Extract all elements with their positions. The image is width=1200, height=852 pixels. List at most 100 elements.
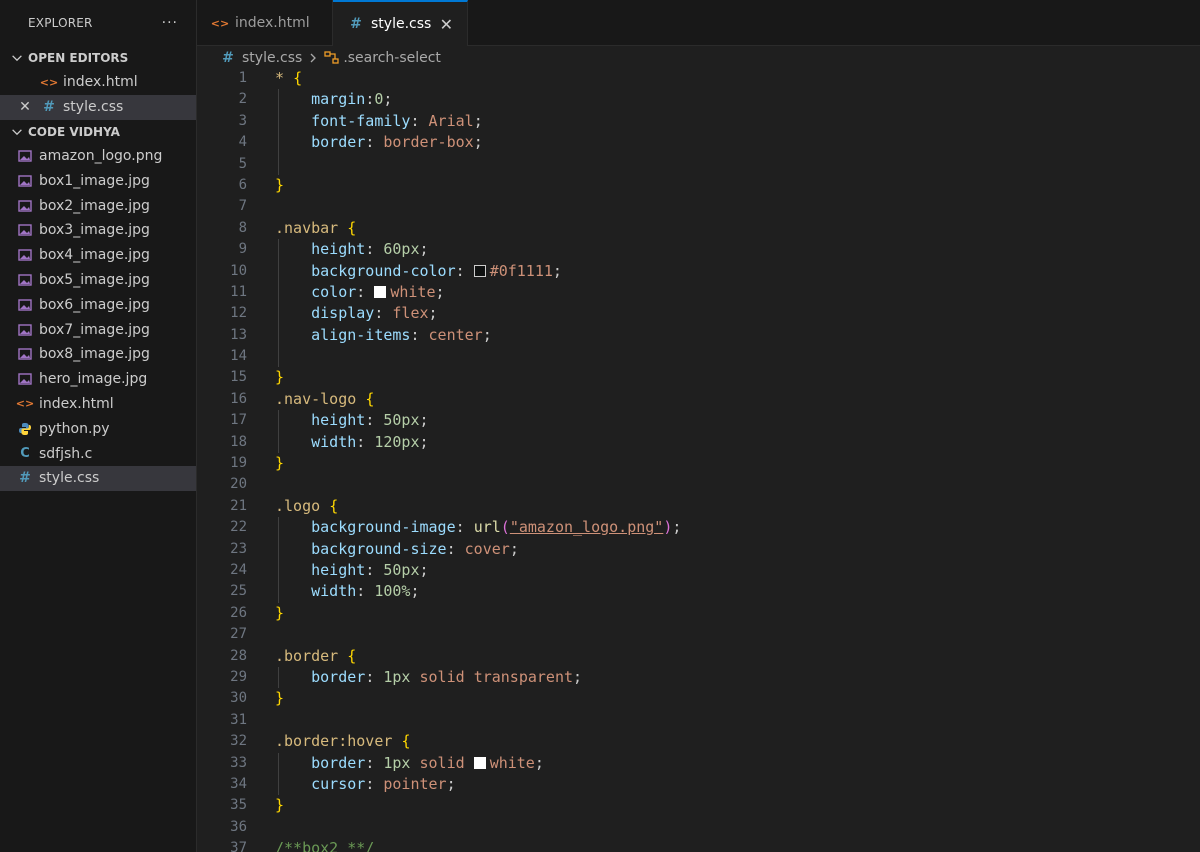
- file-item[interactable]: <> index.html: [0, 392, 196, 417]
- line-number: 30: [230, 690, 247, 707]
- code-text: background-size: cover;: [311, 539, 519, 558]
- line-number: 4: [238, 134, 247, 151]
- image-file-icon: [18, 175, 32, 187]
- file-item[interactable]: box8_image.jpg: [0, 342, 196, 367]
- line-number: 31: [230, 711, 247, 728]
- line-number: 24: [230, 561, 247, 578]
- code-line: 15}: [197, 367, 1200, 388]
- code-line: 27: [197, 624, 1200, 645]
- breadcrumb-symbol[interactable]: .search-select: [343, 50, 441, 66]
- close-icon[interactable]: ✕: [18, 99, 32, 115]
- line-number: 20: [230, 476, 247, 493]
- line-number: 28: [230, 647, 247, 664]
- tab-label: index.html: [235, 15, 310, 31]
- code-line: 13 align-items: center;: [197, 324, 1200, 347]
- code-text: color: white;: [311, 282, 445, 301]
- breadcrumb: # style.css .search-select: [197, 46, 1200, 70]
- file-item[interactable]: hero_image.jpg: [0, 367, 196, 392]
- line-number: 12: [230, 305, 247, 322]
- open-editor-item-style-css[interactable]: ✕ # style.css: [0, 94, 196, 120]
- line-number: 22: [230, 519, 247, 536]
- explorer-header: EXPLORER ···: [0, 0, 196, 46]
- line-number: 36: [230, 818, 247, 835]
- code-line: 37 /**box2 **/: [197, 838, 1200, 852]
- code-line: 29 border: 1px solid transparent;: [197, 666, 1200, 689]
- open-editors-section[interactable]: OPEN EDITORS: [0, 46, 196, 70]
- code-line: 10 background-color: #0f1111;: [197, 260, 1200, 282]
- file-item[interactable]: box2_image.jpg: [0, 193, 196, 218]
- code-text: /**box2 **/: [275, 839, 375, 852]
- code-line: 26}: [197, 603, 1200, 624]
- explorer-title: EXPLORER: [28, 16, 93, 30]
- html-file-icon: <>: [15, 397, 35, 411]
- file-item[interactable]: box6_image.jpg: [0, 292, 196, 317]
- file-item[interactable]: box7_image.jpg: [0, 317, 196, 342]
- code-line: 9 height: 60px;: [197, 239, 1200, 261]
- code-text: background-color: #0f1111;: [311, 261, 562, 280]
- code-line: 8 .navbar {: [197, 218, 1200, 239]
- code-line: 19}: [197, 453, 1200, 474]
- code-text: border: 1px solid white;: [311, 753, 544, 772]
- line-number: 6: [238, 176, 247, 193]
- code-line: 21 .logo {: [197, 496, 1200, 517]
- color-swatch[interactable]: [473, 756, 486, 769]
- file-label: box7_image.jpg: [39, 321, 150, 338]
- code-text: .navbar {: [275, 218, 357, 237]
- code-text: }: [275, 603, 285, 622]
- code-line: 14: [197, 346, 1200, 368]
- code-text: width: 100%;: [311, 582, 420, 601]
- project-folder-section[interactable]: CODE VIDHYA: [0, 120, 196, 144]
- file-item[interactable]: amazon_logo.png: [0, 144, 196, 169]
- tab-index-html[interactable]: <> index.html: [197, 0, 333, 46]
- close-icon[interactable]: ✕: [440, 15, 453, 34]
- file-item[interactable]: box5_image.jpg: [0, 268, 196, 293]
- tab-style-css[interactable]: # style.css ✕: [333, 0, 468, 46]
- file-item[interactable]: C sdfjsh.c: [0, 441, 196, 466]
- image-file-icon: [18, 150, 32, 162]
- line-number: 2: [238, 91, 247, 108]
- code-text: cursor: pointer;: [311, 774, 456, 793]
- explorer-sidebar: EXPLORER ··· OPEN EDITORS <> index.html …: [0, 0, 197, 852]
- file-item[interactable]: box3_image.jpg: [0, 218, 196, 243]
- code-line: 25 width: 100%;: [197, 581, 1200, 603]
- file-label: amazon_logo.png: [39, 147, 163, 164]
- code-line: 17 height: 50px;: [197, 410, 1200, 432]
- code-editor[interactable]: 1 * { 2 margin:0; 3 font-family: Arial; 4…: [197, 68, 1200, 852]
- file-label: sdfjsh.c: [39, 445, 93, 462]
- file-item[interactable]: box1_image.jpg: [0, 168, 196, 193]
- open-editor-item-index-html[interactable]: <> index.html: [0, 70, 196, 95]
- code-text: height: 60px;: [311, 240, 429, 259]
- code-line: 30}: [197, 688, 1200, 709]
- color-swatch[interactable]: [374, 285, 387, 298]
- code-line: 16 .nav-logo {: [197, 389, 1200, 410]
- file-label: index.html: [39, 395, 114, 412]
- image-file-icon: [18, 348, 32, 361]
- line-number: 17: [230, 412, 247, 429]
- code-line: 12 display: flex;: [197, 303, 1200, 325]
- line-number: 16: [230, 390, 247, 407]
- line-number: 3: [238, 112, 247, 129]
- file-item[interactable]: # style.css: [0, 465, 196, 491]
- code-line: 33 border: 1px solid white;: [197, 752, 1200, 774]
- code-text: height: 50px;: [311, 560, 429, 579]
- project-folder-label: CODE VIDHYA: [28, 124, 120, 139]
- code-text: background-image: url("amazon_logo.png")…: [311, 518, 682, 537]
- line-number: 25: [230, 583, 247, 600]
- breadcrumb-file[interactable]: style.css: [242, 50, 302, 66]
- file-item[interactable]: python.py: [0, 416, 196, 441]
- file-label: box6_image.jpg: [39, 296, 150, 313]
- code-text: margin:0;: [311, 90, 393, 109]
- css-file-icon: #: [19, 470, 31, 487]
- file-item[interactable]: box4_image.jpg: [0, 243, 196, 268]
- chevron-down-icon: [12, 55, 22, 62]
- line-number: 32: [230, 733, 247, 750]
- code-text: border: 1px solid transparent;: [311, 667, 583, 686]
- code-text: .border {: [275, 646, 357, 665]
- code-text: }: [275, 796, 285, 815]
- code-line: 24 height: 50px;: [197, 559, 1200, 582]
- file-label: box8_image.jpg: [39, 346, 150, 363]
- color-swatch[interactable]: [473, 264, 486, 277]
- line-number: 26: [230, 604, 247, 621]
- symbol-class-icon: [324, 51, 339, 64]
- more-actions-icon[interactable]: ···: [162, 15, 178, 31]
